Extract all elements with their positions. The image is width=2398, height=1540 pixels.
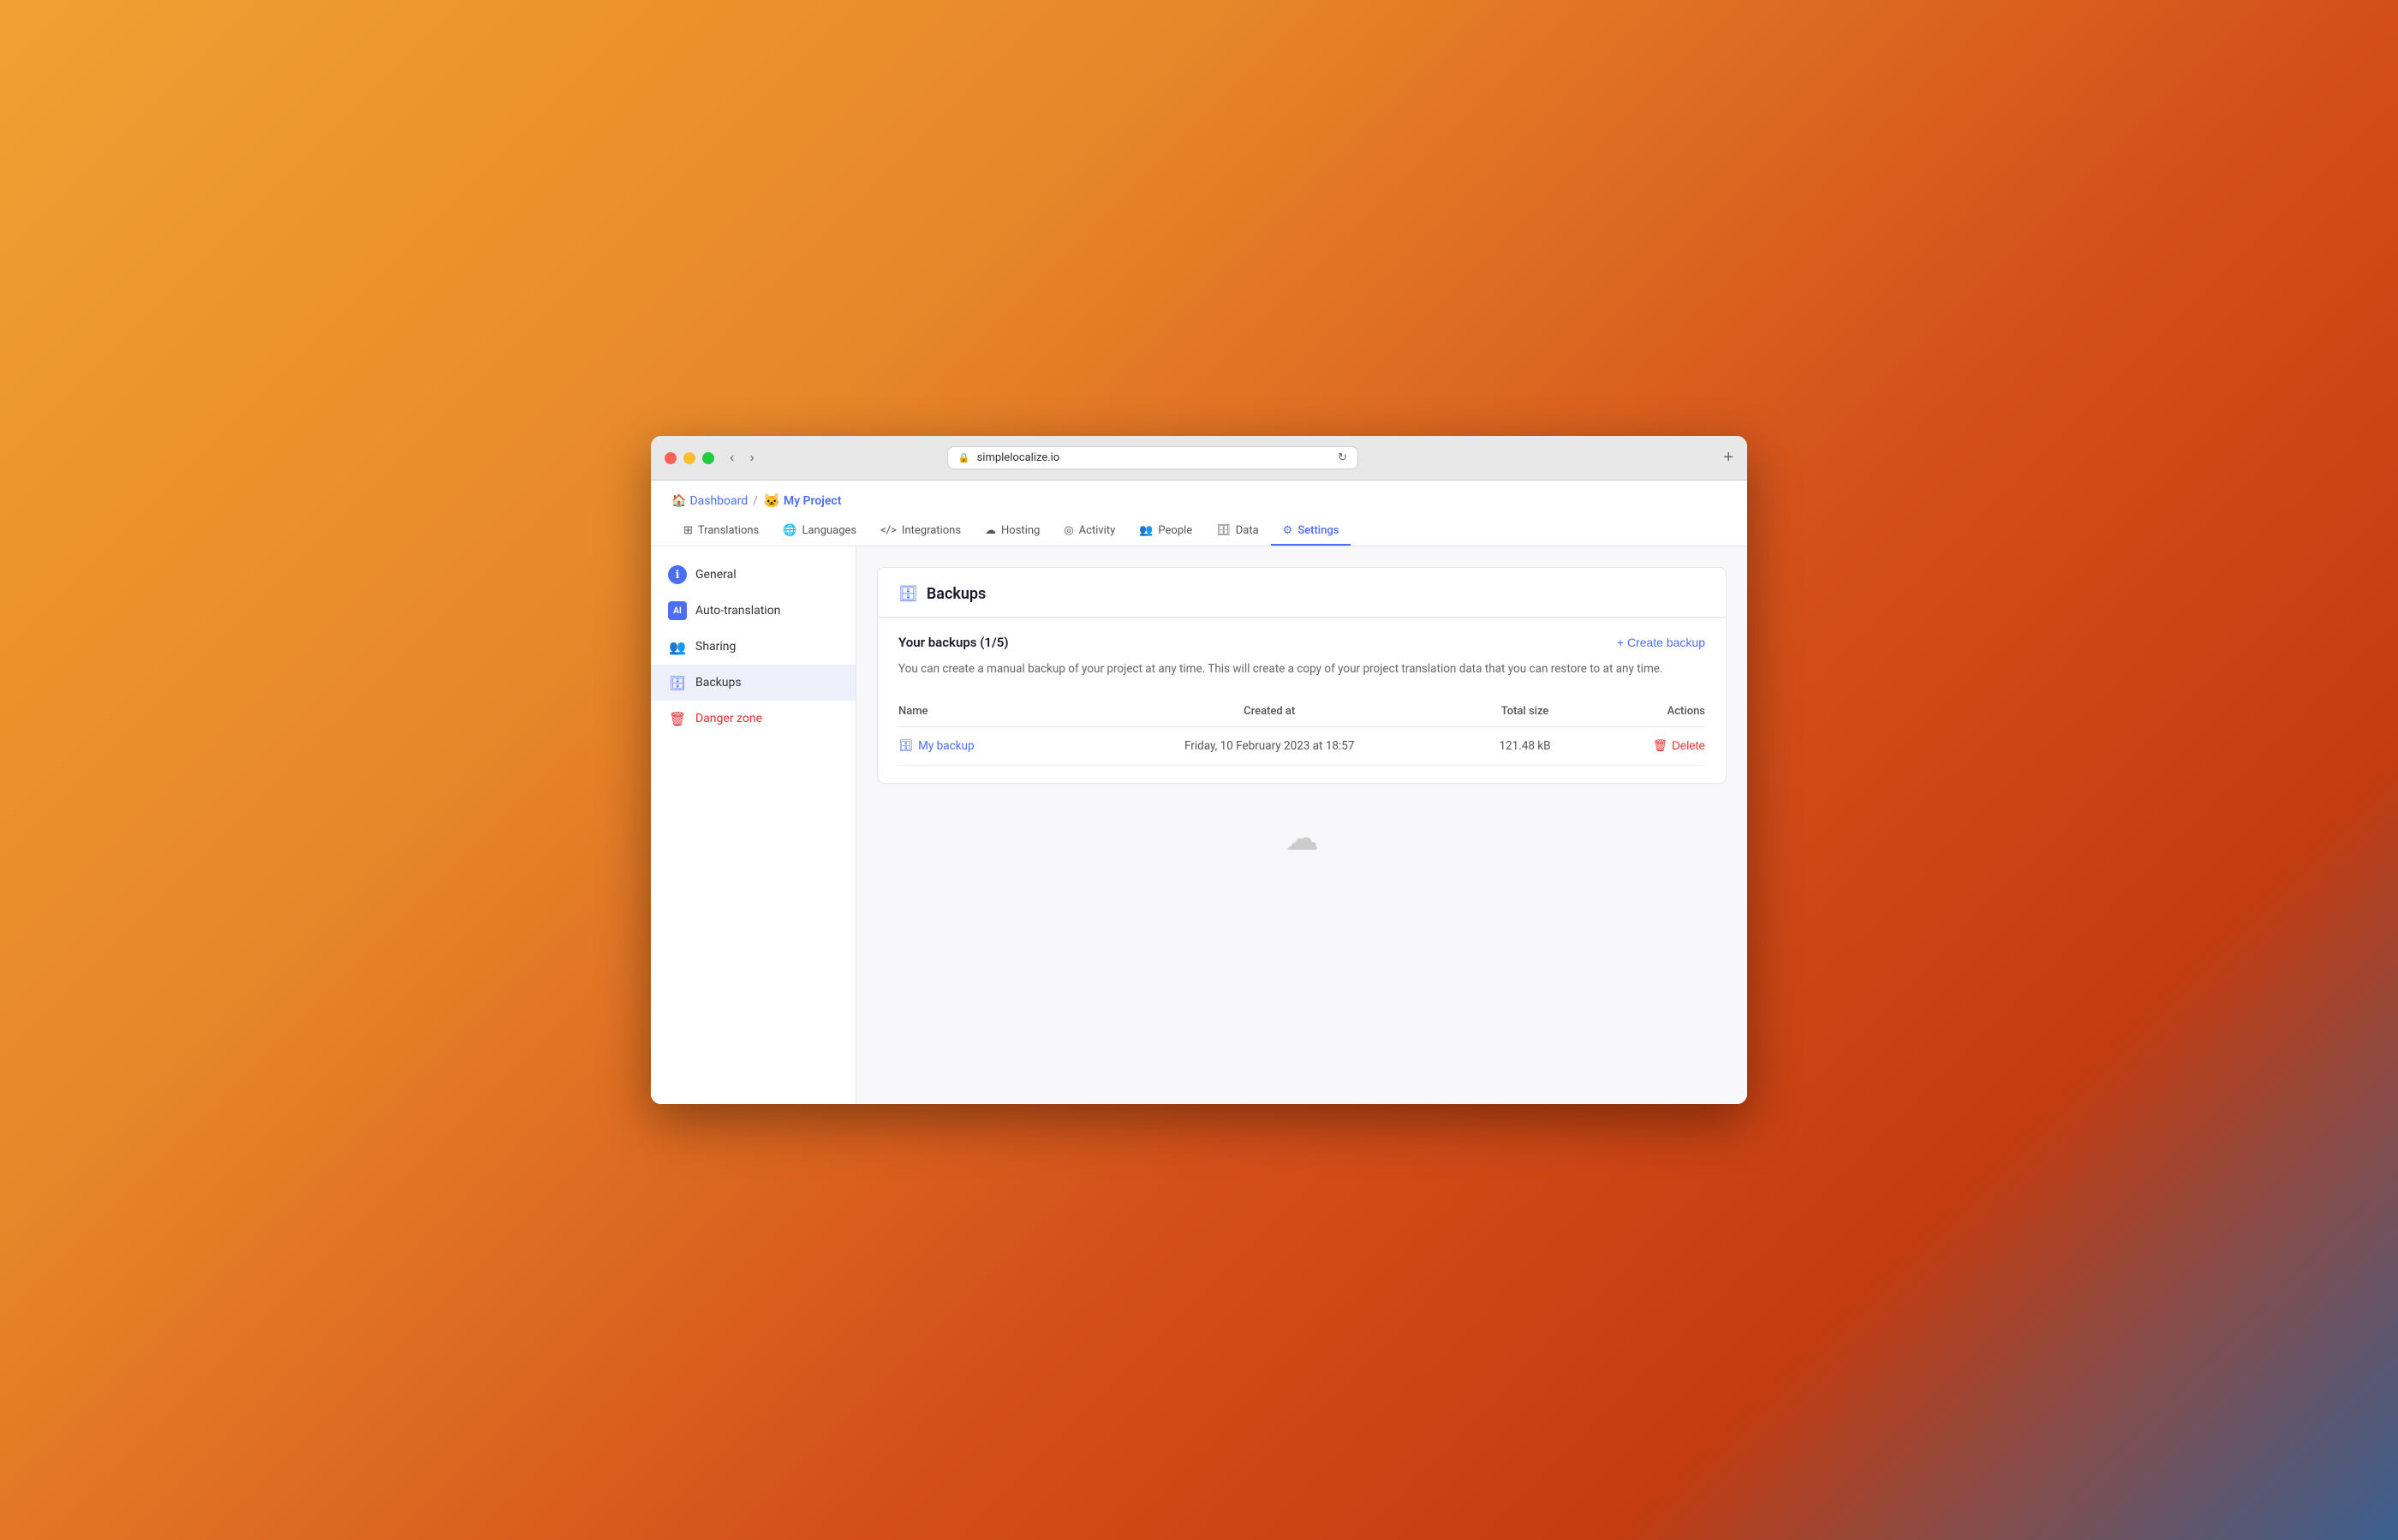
delete-label: Delete (1672, 739, 1705, 752)
sidebar-danger-zone-label: Danger zone (695, 712, 762, 725)
table-header-row: Name Created at Total size Actions (898, 696, 1705, 727)
col-total-size: Total size (1465, 696, 1584, 727)
address-bar[interactable]: 🔒 simplelocalize.io ↻ (947, 446, 1358, 469)
tab-people-label: People (1158, 524, 1192, 537)
cloud-icon: ☁ (1285, 818, 1319, 858)
hosting-icon: ☁ (985, 524, 996, 537)
settings-icon: ⚙ (1283, 524, 1293, 537)
backups-icon: 🗄 (668, 673, 687, 692)
nav-tabs: ⊞ Translations 🌐 Languages </> Integrati… (671, 517, 1727, 546)
integrations-icon: </> (880, 524, 897, 537)
sidebar-item-auto-translation[interactable]: AI Auto-translation (651, 593, 856, 629)
backups-count-heading: Your backups (1/5) (898, 635, 1009, 650)
sidebar-item-general[interactable]: ℹ General (651, 557, 856, 593)
tab-data-label: Data (1236, 524, 1259, 537)
sidebar-item-danger-zone[interactable]: 🗑 Danger zone (651, 701, 856, 737)
sharing-icon: 👥 (668, 637, 687, 656)
col-created-at: Created at (1073, 696, 1465, 727)
sidebar-general-label: General (695, 568, 737, 582)
traffic-light-red[interactable] (665, 452, 677, 464)
project-icon: 🐱 (763, 492, 780, 509)
breadcrumb: 🏠 Dashboard / 🐱 My Project (671, 481, 1727, 517)
backups-table: Name Created at Total size Actions (898, 696, 1705, 766)
card-title: Backups (927, 585, 986, 603)
forward-button[interactable]: › (744, 449, 759, 468)
translations-icon: ⊞ (683, 524, 693, 537)
sidebar: ℹ General AI Auto-translation 👥 Sharing … (651, 546, 856, 1104)
backup-name-cell: 🗄 My backup (898, 726, 1073, 765)
sidebar-auto-translation-label: Auto-translation (695, 604, 780, 618)
tab-settings-label: Settings (1297, 524, 1339, 537)
main-content: 🗄 Backups Your backups (1/5) + Create ba… (856, 546, 1747, 1104)
url-text: simplelocalize.io (977, 451, 1060, 464)
activity-icon: ◎ (1064, 524, 1073, 537)
breadcrumb-project-label: My Project (784, 494, 842, 508)
browser-chrome: ‹ › 🔒 simplelocalize.io ↻ + (651, 436, 1747, 481)
card-backups-icon: 🗄 (898, 585, 918, 603)
col-actions: Actions (1584, 696, 1705, 727)
create-backup-button[interactable]: + Create backup (1617, 636, 1705, 649)
backup-link-icon: 🗄 (898, 739, 913, 753)
browser-nav: ‹ › (725, 449, 760, 468)
home-icon: 🏠 (671, 494, 686, 508)
tab-integrations-label: Integrations (902, 524, 961, 537)
tab-languages[interactable]: 🌐 Languages (771, 517, 868, 546)
back-button[interactable]: ‹ (725, 449, 739, 468)
app-body: ℹ General AI Auto-translation 👥 Sharing … (651, 546, 1747, 1104)
reload-icon[interactable]: ↻ (1338, 451, 1347, 464)
cloud-decoration: ☁ (877, 784, 1727, 875)
delete-icon: 🗑 (1653, 739, 1667, 753)
traffic-light-green[interactable] (702, 452, 714, 464)
tab-hosting[interactable]: ☁ Hosting (973, 517, 1052, 546)
backups-header: Your backups (1/5) + Create backup (898, 635, 1705, 650)
tab-integrations[interactable]: </> Integrations (868, 517, 973, 546)
breadcrumb-project[interactable]: 🐱 My Project (763, 492, 841, 509)
general-icon: ℹ (668, 565, 687, 584)
app-header: 🏠 Dashboard / 🐱 My Project ⊞ Translation… (651, 481, 1747, 546)
backups-description: You can create a manual backup of your p… (898, 660, 1705, 679)
lock-icon: 🔒 (958, 452, 970, 463)
tab-settings[interactable]: ⚙ Settings (1271, 517, 1351, 546)
card-header: 🗄 Backups (878, 568, 1726, 618)
col-name: Name (898, 696, 1073, 727)
new-tab-button[interactable]: + (1723, 448, 1733, 468)
traffic-light-yellow[interactable] (683, 452, 695, 464)
danger-zone-icon: 🗑 (668, 709, 687, 728)
tab-data[interactable]: 🗄 Data (1204, 517, 1270, 546)
sidebar-item-sharing[interactable]: 👥 Sharing (651, 629, 856, 665)
breadcrumb-home-label: Dashboard (689, 494, 748, 508)
breadcrumb-home[interactable]: 🏠 Dashboard (671, 494, 748, 508)
traffic-lights (665, 452, 714, 464)
sidebar-backups-label: Backups (695, 676, 742, 689)
languages-icon: 🌐 (783, 524, 796, 537)
browser-content: 🏠 Dashboard / 🐱 My Project ⊞ Translation… (651, 481, 1747, 1104)
table-row: 🗄 My backup Friday, 10 February 2023 at … (898, 726, 1705, 765)
browser-window: ‹ › 🔒 simplelocalize.io ↻ + 🏠 Dashboard … (651, 436, 1747, 1104)
backups-card: 🗄 Backups Your backups (1/5) + Create ba… (877, 567, 1727, 784)
sidebar-item-backups[interactable]: 🗄 Backups (651, 665, 856, 701)
tab-activity[interactable]: ◎ Activity (1052, 517, 1127, 546)
tab-languages-label: Languages (802, 524, 856, 537)
backup-actions-cell: 🗑 Delete (1584, 726, 1705, 765)
data-icon: 🗄 (1216, 524, 1231, 537)
delete-button[interactable]: 🗑 Delete (1653, 739, 1705, 753)
sidebar-sharing-label: Sharing (695, 640, 736, 654)
tab-translations[interactable]: ⊞ Translations (671, 517, 771, 546)
tab-translations-label: Translations (698, 524, 759, 537)
backup-size-cell: 121.48 kB (1465, 726, 1584, 765)
breadcrumb-separator: / (753, 494, 758, 508)
tab-hosting-label: Hosting (1001, 524, 1040, 537)
backup-name-link[interactable]: 🗄 My backup (898, 739, 1073, 753)
card-body: Your backups (1/5) + Create backup You c… (878, 618, 1726, 783)
backup-created-at-cell: Friday, 10 February 2023 at 18:57 (1073, 726, 1465, 765)
backup-name-text: My backup (918, 739, 974, 753)
tab-people[interactable]: 👥 People (1127, 517, 1204, 546)
people-icon: 👥 (1139, 524, 1153, 537)
auto-translation-icon: AI (668, 601, 687, 620)
tab-activity-label: Activity (1079, 524, 1116, 537)
